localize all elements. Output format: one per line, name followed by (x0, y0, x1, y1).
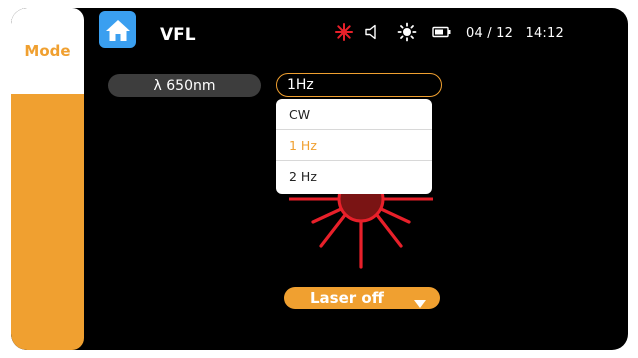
device-screen: Mode VFL 04 / 12 14:12 λ 650nm 1Hz CW 1 … (11, 8, 628, 350)
frequency-option-2hz[interactable]: 2 Hz (276, 161, 432, 192)
laser-active-icon (333, 22, 355, 42)
status-date: 04 / 12 (466, 26, 514, 41)
home-button[interactable] (99, 11, 136, 48)
frequency-option-cw[interactable]: CW (276, 99, 432, 130)
laser-button-label: Laser off (310, 289, 384, 307)
mode-tab[interactable]: Mode (11, 8, 84, 94)
frequency-select[interactable]: 1Hz (276, 73, 442, 97)
mode-panel-fill (11, 94, 84, 350)
speaker-icon[interactable] (363, 22, 383, 42)
caret-down-icon (414, 294, 426, 312)
wavelength-label: λ 650nm (108, 74, 261, 97)
status-datetime: 04 / 12 14:12 (466, 26, 564, 42)
frequency-option-1hz[interactable]: 1 Hz (276, 130, 432, 161)
page-title: VFL (160, 25, 196, 45)
status-time: 14:12 (525, 26, 564, 41)
laser-emitter-graphic (289, 184, 433, 269)
mode-label: Mode (24, 42, 71, 60)
brightness-icon[interactable] (396, 22, 418, 42)
laser-toggle-button[interactable]: Laser off (284, 287, 440, 309)
frequency-dropdown: CW 1 Hz 2 Hz (276, 99, 432, 194)
mode-panel: Mode (11, 8, 84, 350)
home-icon (105, 19, 130, 41)
battery-icon (431, 22, 453, 42)
